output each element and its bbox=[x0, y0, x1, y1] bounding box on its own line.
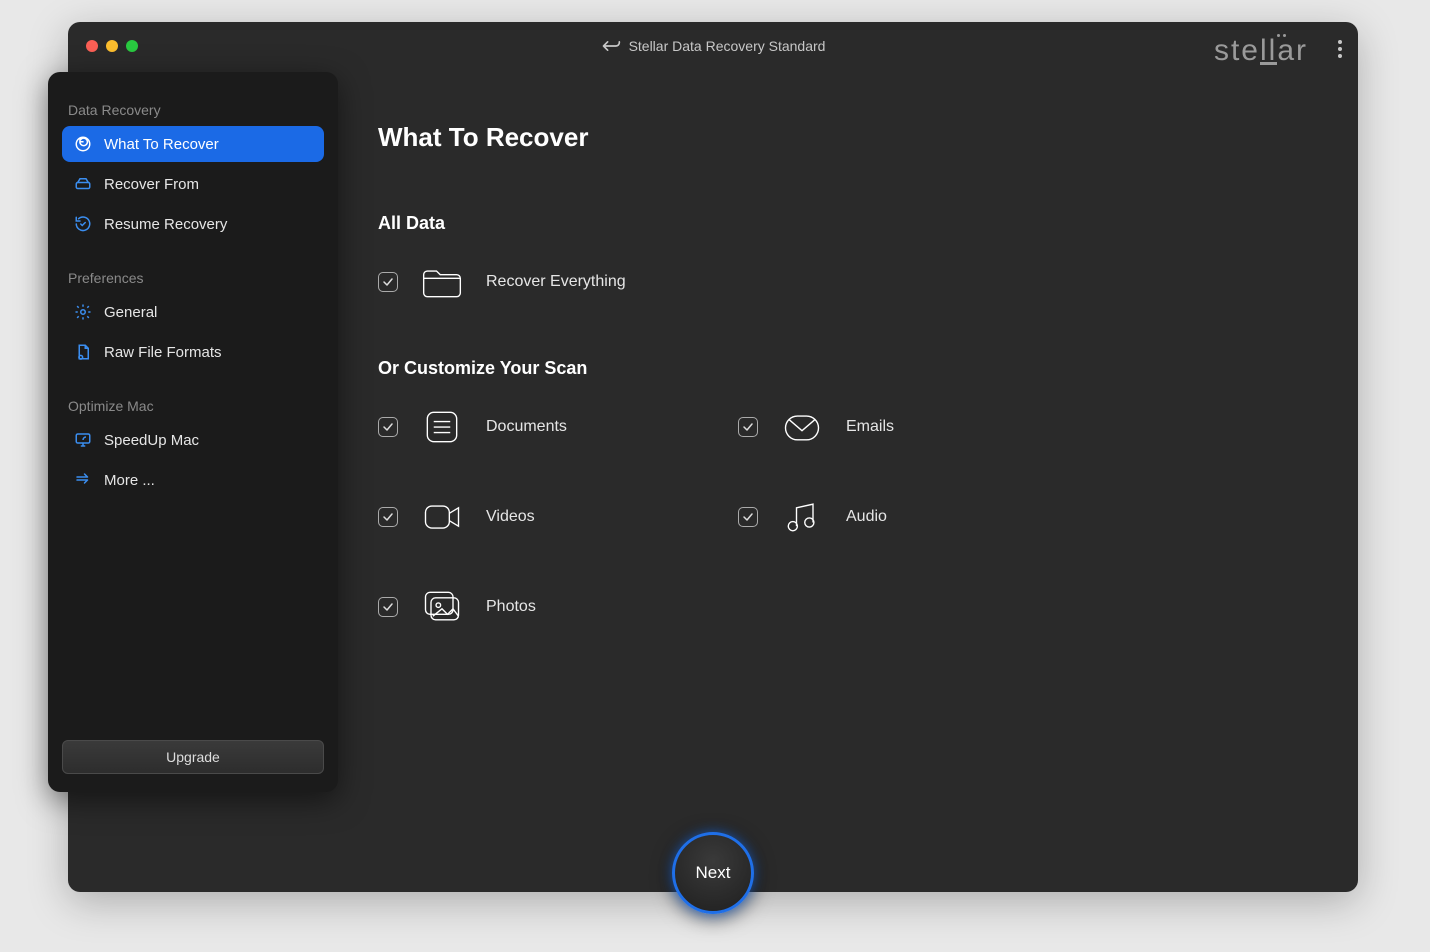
menu-button[interactable] bbox=[1338, 40, 1342, 58]
sidebar-item-label: General bbox=[104, 304, 157, 321]
close-window-button[interactable] bbox=[86, 40, 98, 52]
back-icon[interactable] bbox=[601, 39, 621, 53]
option-label-recover-everything: Recover Everything bbox=[486, 273, 626, 291]
drive-icon bbox=[74, 175, 92, 193]
sidebar-item-resume-recovery[interactable]: Resume Recovery bbox=[62, 206, 324, 242]
checkbox-recover-everything[interactable] bbox=[378, 272, 398, 292]
section-heading-customize: Or Customize Your Scan bbox=[378, 358, 1318, 379]
photos-icon bbox=[420, 587, 464, 627]
folder-icon bbox=[420, 262, 464, 302]
option-label: Documents bbox=[486, 418, 567, 436]
more-arrows-icon bbox=[74, 471, 92, 489]
sidebar-item-what-to-recover[interactable]: What To Recover bbox=[62, 126, 324, 162]
sidebar-item-recover-from[interactable]: Recover From bbox=[62, 166, 324, 202]
app-window: Stellar Data Recovery Standard stellar D… bbox=[68, 22, 1358, 892]
sidebar-item-general[interactable]: General bbox=[62, 294, 324, 330]
page-title: What To Recover bbox=[378, 122, 1318, 153]
sidebar-section-title: Preferences bbox=[62, 262, 324, 292]
main-content: What To Recover All Data Recover Everyth… bbox=[378, 122, 1318, 772]
gear-icon bbox=[74, 303, 92, 321]
window-title: Stellar Data Recovery Standard bbox=[629, 38, 826, 54]
file-raw-icon bbox=[74, 343, 92, 361]
sidebar-item-label: Resume Recovery bbox=[104, 216, 227, 233]
sidebar-item-label: Recover From bbox=[104, 176, 199, 193]
option-label: Photos bbox=[486, 598, 536, 616]
checkbox-emails[interactable] bbox=[738, 417, 758, 437]
documents-icon bbox=[420, 407, 464, 447]
brand-logo: stellar bbox=[1214, 34, 1308, 68]
checkbox-documents[interactable] bbox=[378, 417, 398, 437]
checkbox-photos[interactable] bbox=[378, 597, 398, 617]
sidebar-section-title: Optimize Mac bbox=[62, 390, 324, 420]
monitor-speed-icon bbox=[74, 431, 92, 449]
sidebar-item-label: Raw File Formats bbox=[104, 344, 222, 361]
maximize-window-button[interactable] bbox=[126, 40, 138, 52]
option-label: Videos bbox=[486, 508, 535, 526]
next-button[interactable]: Next bbox=[672, 832, 754, 914]
sidebar: Data Recovery What To Recover Recover Fr… bbox=[48, 72, 338, 792]
sidebar-item-raw-file-formats[interactable]: Raw File Formats bbox=[62, 334, 324, 370]
option-label: Audio bbox=[846, 508, 887, 526]
sidebar-item-more[interactable]: More ... bbox=[62, 462, 324, 498]
sidebar-item-label: What To Recover bbox=[104, 136, 219, 153]
checkbox-audio[interactable] bbox=[738, 507, 758, 527]
option-label: Emails bbox=[846, 418, 894, 436]
sidebar-item-speedup-mac[interactable]: SpeedUp Mac bbox=[62, 422, 324, 458]
checkbox-videos[interactable] bbox=[378, 507, 398, 527]
sidebar-item-label: More ... bbox=[104, 472, 155, 489]
audio-icon bbox=[780, 497, 824, 537]
next-button-label: Next bbox=[696, 863, 731, 883]
resume-check-icon bbox=[74, 215, 92, 233]
recovery-circle-icon bbox=[74, 135, 92, 153]
minimize-window-button[interactable] bbox=[106, 40, 118, 52]
sidebar-section-title: Data Recovery bbox=[62, 94, 324, 124]
videos-icon bbox=[420, 497, 464, 537]
emails-icon bbox=[780, 407, 824, 447]
sidebar-item-label: SpeedUp Mac bbox=[104, 432, 199, 449]
upgrade-button[interactable]: Upgrade bbox=[62, 740, 324, 774]
window-controls bbox=[86, 40, 138, 52]
titlebar: Stellar Data Recovery Standard stellar bbox=[68, 22, 1358, 70]
section-heading-all-data: All Data bbox=[378, 213, 1318, 234]
